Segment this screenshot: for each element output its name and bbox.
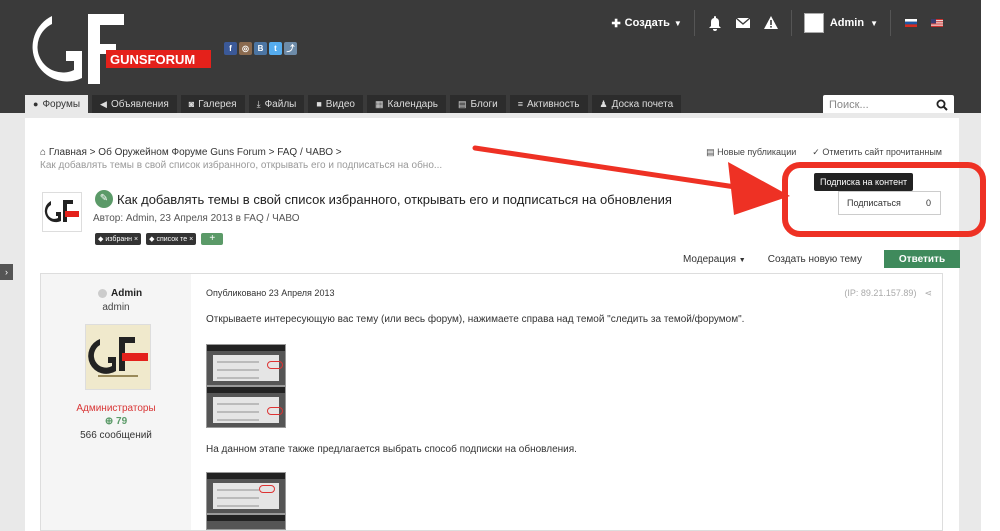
video-icon: ■ (316, 99, 322, 109)
new-topic-button[interactable]: Создать новую тему (768, 254, 862, 265)
author-title: admin (102, 302, 130, 313)
screenshot-thumbnail[interactable] (206, 344, 286, 386)
comments-icon: ● (33, 99, 39, 109)
window-edge (981, 0, 1000, 531)
annotation-arrow-icon (472, 145, 790, 215)
bullhorn-icon: ◀ (100, 98, 107, 109)
download-icon: ⤓ (256, 98, 261, 109)
warning-icon[interactable] (763, 15, 779, 31)
add-tag-button[interactable]: + (201, 233, 224, 245)
tab-classifieds[interactable]: ◀ Объявления (92, 95, 177, 113)
twitter-icon[interactable]: t (269, 42, 282, 55)
tab-calendar[interactable]: ▦ Календарь (367, 95, 446, 113)
main-navigation: ● Форумы ◀ Объявления ◙ Галерея ⤓ Файлы ■ Вид… (25, 95, 682, 113)
notification-icons (707, 10, 792, 36)
russian-flag-icon[interactable] (905, 19, 917, 27)
close-icon[interactable]: × (189, 236, 193, 243)
site-logo[interactable]: GUNSFORUM (30, 6, 220, 91)
home-icon: ⌂ (40, 147, 47, 158)
post-ip: (IP: 89.21.157.89) ⋖ (844, 288, 932, 299)
moderation-menu[interactable]: Модерация ▼ (683, 254, 746, 265)
sidebar-expand-icon[interactable]: › (0, 264, 13, 280)
mark-read-link[interactable]: ✓ Отметить сайт прочитанным (812, 147, 942, 158)
post-author-panel: Admin admin Администраторы ⊕ 79 566 сооб… (41, 274, 191, 530)
topic-author-avatar[interactable] (42, 192, 82, 232)
user-avatar (803, 13, 824, 33)
offline-status-icon (98, 289, 107, 298)
camera-icon: ◙ (188, 99, 195, 109)
pinned-icon: ✎ (95, 190, 113, 208)
search-box[interactable]: Поиск... (823, 95, 954, 115)
plus-icon: ✚ (611, 17, 621, 30)
post-text: На данном этапе также предлагается выбра… (206, 444, 577, 455)
calendar-icon: ▦ (375, 98, 384, 109)
tag-item[interactable]: ◆ избранн × (95, 233, 142, 245)
logo-text: GUNSFORUM (110, 52, 195, 67)
user-icon: ♟ (599, 98, 608, 109)
instagram-icon[interactable]: ◎ (239, 42, 252, 55)
screenshot-thumbnail[interactable] (206, 386, 286, 428)
author-group: Администраторы (76, 403, 156, 414)
language-switcher (905, 19, 981, 27)
author-reputation: ⊕ 79 (104, 416, 128, 427)
bell-icon[interactable] (707, 15, 723, 31)
post-date: Опубликовано 23 Апреля 2013 (206, 288, 335, 298)
tag-item[interactable]: ◆ список те × (146, 233, 197, 245)
tab-activity[interactable]: ≡ Активность (509, 95, 588, 113)
breadcrumb-separator: > (268, 147, 278, 158)
social-links: f ◎ B t ⤴ (224, 42, 297, 55)
create-button[interactable]: ✚ Создать ▼ (611, 10, 695, 36)
caret-down-icon: ▼ (738, 256, 746, 264)
topic-meta: Автор: Admin, 23 Апреля 2013 в FAQ / ЧАВ… (93, 213, 300, 224)
caret-down-icon: ▼ (673, 18, 682, 28)
plus-circle-icon: ⊕ (104, 416, 117, 427)
tab-blogs[interactable]: ▤ Блоги (450, 95, 506, 113)
reply-button[interactable]: Ответить (884, 250, 960, 268)
search-input[interactable]: Поиск... (829, 99, 936, 111)
user-menu[interactable]: Admin ▼ (803, 10, 891, 36)
share-icon[interactable]: ⋖ (924, 288, 932, 299)
search-icon[interactable] (936, 99, 948, 111)
breadcrumb-level2[interactable]: FAQ / ЧАВО (277, 147, 333, 158)
breadcrumb-separator: > (89, 147, 99, 158)
author-avatar[interactable] (85, 324, 151, 390)
tab-gallery[interactable]: ◙ Галерея (180, 95, 245, 113)
vk-icon[interactable]: B (254, 42, 267, 55)
tab-honor-board[interactable]: ♟ Доска почета (591, 95, 682, 113)
screenshot-thumbnail[interactable] (206, 514, 286, 530)
tab-files[interactable]: ⤓ Файлы (248, 95, 305, 113)
facebook-icon[interactable]: f (224, 42, 237, 55)
envelope-icon[interactable] (735, 15, 751, 31)
link-icon[interactable]: ⤴ (284, 42, 297, 55)
breadcrumb-home[interactable]: Главная (49, 147, 87, 158)
list-icon: ≡ (517, 99, 523, 109)
breadcrumb-separator: > (335, 147, 342, 158)
create-label: Создать (624, 17, 670, 29)
breadcrumb-level1[interactable]: Об Оружейном Форуме Guns Forum (98, 147, 266, 158)
caret-down-icon: ▼ (870, 18, 878, 28)
tab-forums[interactable]: ● Форумы (25, 95, 89, 113)
topic-actions: Модерация ▼ Создать новую тему Ответить (683, 250, 960, 268)
author-post-count: 566 сообщений (80, 430, 152, 441)
screenshot-thumbnail[interactable] (206, 472, 286, 514)
breadcrumb: ⌂ Главная > Об Оружейном Форуме Guns For… (40, 147, 342, 158)
post-text: Открываете интересующую вас тему (или ве… (206, 314, 745, 325)
user-name: Admin (829, 17, 865, 29)
check-icon: ✓ (812, 147, 823, 157)
post: Admin admin Администраторы ⊕ 79 566 сооб… (40, 273, 943, 531)
annotation-highlight (782, 162, 986, 237)
topic-tags: ◆ избранн × ◆ список те × + (95, 233, 224, 245)
close-icon[interactable]: × (134, 236, 138, 243)
breadcrumb-current: Как добавлять темы в свой список избранн… (40, 160, 443, 171)
file-icon: ▤ (458, 98, 467, 109)
author-name[interactable]: Admin (98, 288, 142, 299)
user-nav: ✚ Создать ▼ Admin ▼ (611, 10, 981, 36)
us-flag-icon[interactable] (931, 19, 943, 27)
tab-video[interactable]: ■ Видео (308, 95, 363, 113)
